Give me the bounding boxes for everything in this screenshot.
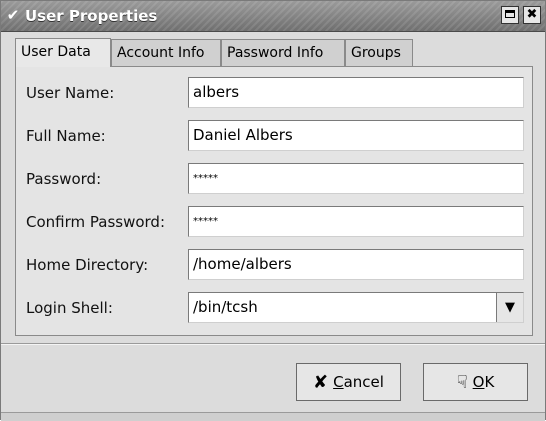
tab-user-data[interactable]: User Data	[15, 38, 111, 67]
chevron-down-icon[interactable]: ▼	[496, 293, 523, 322]
window-title: User Properties	[25, 7, 158, 25]
password-label: Password:	[26, 170, 102, 188]
password-field[interactable]: *****	[188, 163, 524, 194]
chevron-down-icon[interactable]: ✔	[4, 6, 22, 24]
user-properties-window: ✔ User Properties ✖ User Data Account In…	[0, 0, 546, 421]
tab-password-info[interactable]: Password Info	[221, 39, 345, 66]
user-data-panel: User Name: albers Full Name: Daniel Albe…	[15, 66, 533, 336]
divider	[1, 343, 545, 345]
tab-account-info[interactable]: Account Info	[111, 39, 221, 66]
confirm-password-label: Confirm Password:	[26, 213, 166, 231]
full-name-field[interactable]: Daniel Albers	[188, 120, 524, 151]
hand-icon: ☟	[456, 372, 468, 393]
login-shell-label: Login Shell:	[26, 299, 113, 317]
close-icon: ✖	[526, 7, 538, 22]
maximize-icon	[505, 10, 515, 18]
login-shell-combo[interactable]: /bin/tcsh ▼	[188, 292, 524, 323]
login-shell-value: /bin/tcsh	[193, 298, 258, 316]
confirm-password-field[interactable]: *****	[188, 206, 524, 237]
full-name-label: Full Name:	[26, 127, 106, 145]
user-name-label: User Name:	[26, 84, 115, 102]
cross-icon: ✘	[313, 372, 329, 393]
home-directory-field[interactable]: /home/albers	[188, 249, 524, 280]
cancel-button[interactable]: ✘ Cancel	[296, 363, 401, 401]
maximize-button[interactable]	[501, 6, 519, 24]
tab-groups[interactable]: Groups	[345, 39, 413, 66]
home-directory-label: Home Directory:	[26, 256, 149, 274]
close-button[interactable]: ✖	[523, 6, 541, 24]
user-name-field[interactable]: albers	[188, 77, 524, 108]
ok-button[interactable]: ☟ OK	[423, 363, 528, 401]
title-bar[interactable]: ✔ User Properties ✖	[1, 1, 545, 32]
